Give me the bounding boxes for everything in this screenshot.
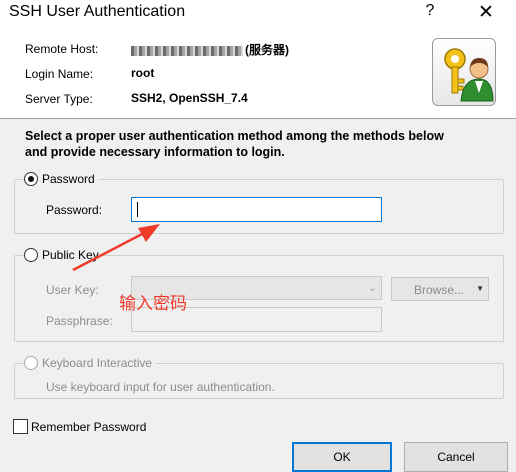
public-key-radio-label: Public Key [42,248,99,262]
public-key-radio-option[interactable]: Public Key [24,248,103,262]
instructions-line-2: and provide necessary information to log… [25,145,285,159]
login-name-value: root [131,66,155,80]
title-bar: SSH User Authentication ? ✕ [0,0,516,30]
instructions-line-1: Select a proper user authentication meth… [25,129,444,143]
chevron-down-icon: ⌄ [367,282,377,294]
remote-host-label: Remote Host: [25,42,99,56]
server-type-value: SSH2, OpenSSH_7.4 [131,91,248,105]
key-user-icon [432,38,496,106]
browse-button[interactable]: Browse... ▼ [391,277,489,301]
redacted-host-address [131,45,243,56]
cancel-button[interactable]: Cancel [404,442,508,472]
text-caret [137,202,138,217]
help-button[interactable]: ? [420,2,440,20]
remote-host-suffix: (服务器) [245,43,289,57]
ok-button[interactable]: OK [292,442,392,472]
remote-host-value: (服务器) [131,41,289,58]
remember-password-checkbox[interactable] [13,419,28,434]
public-key-radio[interactable] [24,248,38,262]
user-key-label: User Key: [46,283,99,297]
instructions-text: Select a proper user authentication meth… [25,128,444,160]
password-input[interactable] [131,197,382,222]
remember-password-label[interactable]: Remember Password [31,420,146,434]
keyboard-interactive-description: Use keyboard input for user authenticati… [46,380,275,394]
passphrase-label: Passphrase: [46,314,113,328]
keyboard-interactive-radio[interactable] [24,356,38,370]
keyboard-interactive-label: Keyboard Interactive [42,356,153,370]
browse-button-label: Browse... [414,283,465,297]
password-field-label: Password: [46,203,103,217]
window-title: SSH User Authentication [9,3,186,20]
login-name-label: Login Name: [25,67,94,81]
keyboard-interactive-radio-option[interactable]: Keyboard Interactive [24,356,157,370]
header-divider [0,118,516,119]
close-button[interactable]: ✕ [474,1,498,24]
dropdown-triangle-icon: ▼ [476,284,484,293]
password-radio-label: Password [42,172,95,186]
password-radio[interactable] [24,172,38,186]
annotation-text: 输入密码 [119,294,187,313]
server-type-label: Server Type: [25,92,93,106]
password-radio-option[interactable]: Password [24,172,99,186]
